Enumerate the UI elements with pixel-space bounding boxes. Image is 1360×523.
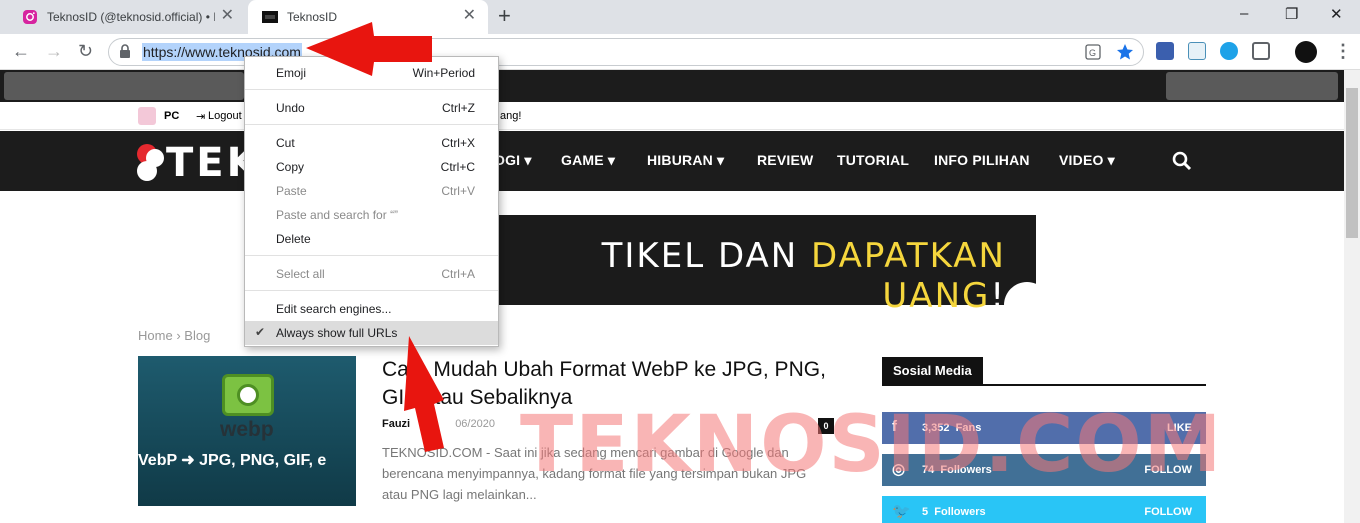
- menu-item-copy[interactable]: Copy Ctrl+C: [245, 155, 498, 179]
- translate-icon[interactable]: G: [1085, 44, 1101, 60]
- logout-link[interactable]: Logout: [208, 110, 242, 122]
- new-tab-icon[interactable]: +: [498, 5, 511, 27]
- extension-icon[interactable]: [1156, 42, 1174, 60]
- sidebar-title: Sosial Media: [882, 357, 983, 385]
- menu-item-select-all[interactable]: Select all Ctrl+A: [245, 262, 498, 286]
- banner-corner-mask: [1036, 282, 1056, 312]
- download-extension-icon[interactable]: [1188, 42, 1206, 60]
- maximize-icon[interactable]: ❐: [1285, 5, 1298, 23]
- sidebar-title-underline: [882, 384, 1206, 386]
- logo-mark-icon[interactable]: [136, 141, 166, 183]
- menu-item-paste-and-search[interactable]: Paste and search for “”: [245, 203, 498, 227]
- tab-instagram[interactable]: TeknosID (@teknosid.official) • In ✕: [8, 0, 246, 34]
- tab-teknosid[interactable]: TeknosID ✕: [248, 0, 488, 34]
- nav-item-review[interactable]: REVIEW: [757, 152, 813, 168]
- post-author[interactable]: Fauzi: [382, 418, 410, 430]
- teknosid-favicon-icon: [262, 11, 278, 23]
- user-avatar[interactable]: [138, 107, 156, 125]
- breadcrumb: Home › Blog: [138, 328, 211, 343]
- nav-item-info-pilihan[interactable]: INFO PILIHAN: [934, 152, 1030, 168]
- follow-button[interactable]: FOLLOW: [1144, 506, 1192, 518]
- close-tab-icon[interactable]: ✕: [463, 8, 476, 24]
- profile-avatar[interactable]: [1295, 41, 1317, 63]
- blurred-region: [1166, 72, 1338, 100]
- camera-lens: [237, 384, 259, 406]
- nav-item-hiburan[interactable]: HIBURAN ▾: [647, 152, 724, 169]
- forward-icon[interactable]: →: [45, 40, 63, 62]
- close-window-icon[interactable]: ✕: [1330, 5, 1343, 23]
- menu-item-emoji[interactable]: Emoji Win+Period: [245, 61, 498, 85]
- menu-item-always-show-full-urls[interactable]: ✔ Always show full URLs: [245, 321, 498, 345]
- search-icon[interactable]: [1172, 151, 1192, 171]
- tab-title: TeknosID (@teknosid.official) • In: [47, 10, 215, 24]
- menu-separator: [245, 89, 498, 90]
- watermark: TEKNOSID.COM: [520, 400, 1224, 490]
- menu-item-cut[interactable]: Cut Ctrl+X: [245, 131, 498, 155]
- menu-separator: [245, 255, 498, 256]
- menu-kebab-icon[interactable]: ⋮: [1334, 40, 1352, 62]
- menu-item-edit-search-engines[interactable]: Edit search engines...: [245, 297, 498, 321]
- downloader-icon[interactable]: [1220, 42, 1238, 60]
- post-date: 06/2020: [455, 418, 495, 430]
- menu-item-undo[interactable]: Undo Ctrl+Z: [245, 96, 498, 120]
- bookmark-star-icon[interactable]: [1116, 43, 1134, 61]
- banner-text: TIKEL DAN DAPATKAN UANG!: [601, 236, 1006, 316]
- screenshot-extension-icon[interactable]: [1252, 42, 1270, 60]
- breadcrumb-blog[interactable]: Blog: [184, 328, 210, 343]
- nav-item-video[interactable]: VIDEO ▾: [1059, 152, 1115, 169]
- breadcrumb-home[interactable]: Home: [138, 328, 173, 343]
- thumb-webp-label: webp: [220, 418, 274, 441]
- twitter-icon: 🐦: [892, 503, 911, 520]
- username[interactable]: PC: [164, 110, 179, 122]
- close-tab-icon[interactable]: ✕: [221, 8, 234, 24]
- thumb-format-label: VebP ➜ JPG, PNG, GIF, e: [138, 452, 327, 469]
- lock-icon[interactable]: [119, 44, 131, 58]
- logout-icon[interactable]: ⇥: [196, 110, 205, 123]
- blurred-region: [4, 72, 244, 100]
- svg-text:G: G: [1089, 48, 1096, 58]
- menu-separator: [245, 290, 498, 291]
- nav-item-game[interactable]: GAME ▾: [561, 152, 615, 169]
- menu-item-paste[interactable]: Paste Ctrl+V: [245, 179, 498, 203]
- minimize-icon[interactable]: –: [1240, 5, 1248, 22]
- nav-item-tutorial[interactable]: TUTORIAL: [837, 152, 909, 168]
- checkmark-icon: ✔: [255, 325, 266, 339]
- userbar-tail-text: ang!: [500, 110, 522, 122]
- scrollbar-thumb[interactable]: [1346, 88, 1358, 238]
- back-icon[interactable]: ←: [12, 40, 30, 62]
- menu-item-delete[interactable]: Delete: [245, 227, 498, 251]
- menu-separator: [245, 124, 498, 125]
- instagram-icon: [23, 10, 37, 24]
- social-twitter[interactable]: 🐦 5 Followers FOLLOW: [882, 496, 1206, 523]
- tab-title: TeknosID: [287, 10, 338, 24]
- post-meta: Fauzi 06/2020: [382, 418, 495, 430]
- nav-item-teknologi[interactable]: OGI ▾: [494, 152, 532, 169]
- reload-icon[interactable]: ↻: [78, 40, 93, 62]
